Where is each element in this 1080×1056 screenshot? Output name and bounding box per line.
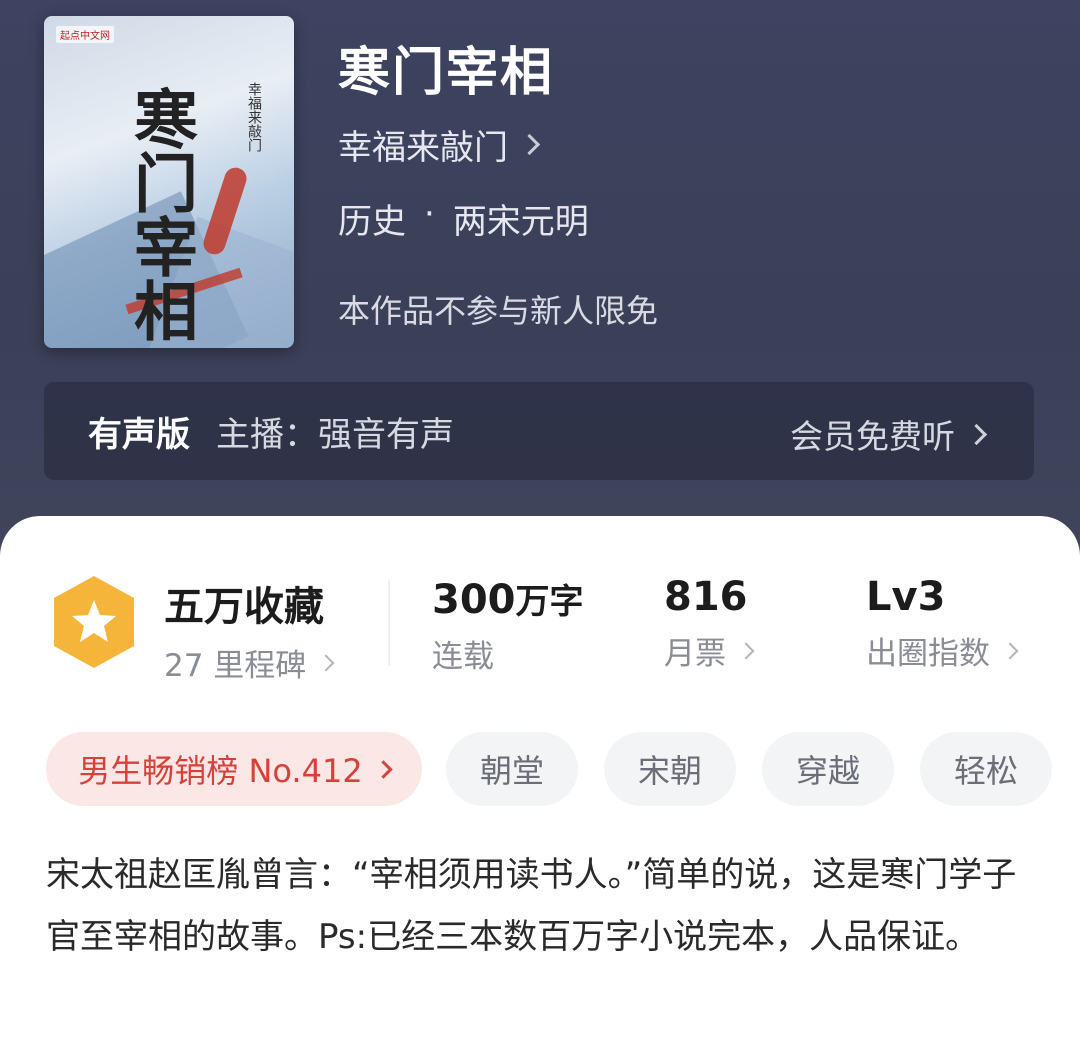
monthly-votes-stat[interactable]: 816 月票: [664, 574, 755, 673]
tag-chip[interactable]: 宋朝: [604, 732, 736, 806]
audio-version-bar[interactable]: 有声版 主播：强音有声 会员免费听: [44, 382, 1034, 480]
book-header: 起点中文网 寒门宰相 幸福来敲门 寒门宰相 幸福来敲门 历史 · 两宋元明 本作…: [0, 0, 1080, 560]
favorites-count: 五万收藏: [164, 584, 324, 630]
rank-label: 男生畅销榜 No.412: [78, 752, 363, 790]
popularity-level: Lv3: [866, 574, 946, 620]
chevron-right-icon: [317, 654, 335, 671]
promo-note: 本作品不参与新人限免: [338, 292, 659, 330]
audio-anchor: 主播：强音有声: [216, 414, 454, 455]
stat-divider: [388, 580, 390, 666]
favorites-stat[interactable]: 五万收藏 27 里程碑: [164, 574, 335, 685]
book-cover-image[interactable]: 起点中文网 寒门宰相 幸福来敲门: [44, 16, 294, 348]
cover-author: 幸福来敲门: [246, 82, 262, 152]
rank-tag[interactable]: 男生畅销榜 No.412: [46, 732, 422, 806]
chevron-right-icon: [518, 133, 541, 156]
genre-line: 历史 · 两宋元明: [338, 194, 589, 243]
word-count: 300: [432, 577, 516, 623]
cover-title: 寒门宰相: [123, 86, 198, 342]
milestones-label: 27 里程碑: [164, 648, 307, 684]
free-listen-label: 会员免费听: [790, 417, 955, 456]
popularity-label: 出圈指数: [866, 636, 990, 672]
chevron-right-icon: [965, 423, 988, 445]
word-count-unit: 万字: [515, 582, 584, 622]
free-listen-button[interactable]: 会员免费听: [790, 410, 988, 458]
star-hexagon-icon: [54, 576, 134, 668]
monthly-votes-label: 月票: [664, 636, 726, 672]
tag-chip[interactable]: 朝堂: [446, 732, 578, 806]
cover-publisher-mark: 起点中文网: [56, 26, 114, 43]
book-title: 寒门宰相: [338, 43, 555, 103]
book-description: 宋太祖赵匡胤曾言：“宰相须用读书人。”简单的说，这是寒门学子官至宰相的故事。Ps…: [46, 855, 1017, 957]
monthly-votes-count: 816: [664, 574, 748, 620]
tag-chip[interactable]: 轻松: [920, 732, 1052, 806]
genre-separator: ·: [424, 194, 435, 234]
author-link[interactable]: 幸福来敲门: [338, 120, 541, 169]
author-name: 幸福来敲门: [338, 128, 508, 168]
word-count-stat: 300万字 连载: [432, 574, 584, 676]
tag-chip[interactable]: 穿越: [762, 732, 894, 806]
chevron-right-icon: [1001, 642, 1019, 659]
chevron-right-icon: [737, 642, 755, 659]
genre: 历史: [338, 202, 406, 242]
audio-tag: 有声版: [88, 414, 190, 455]
milestones-link[interactable]: 27 里程碑: [164, 640, 335, 685]
popularity-stat[interactable]: Lv3 出圈指数: [866, 574, 1019, 673]
chevron-right-icon: [373, 759, 393, 779]
serial-status: 连载: [432, 639, 494, 675]
subgenre: 两宋元明: [452, 202, 589, 242]
